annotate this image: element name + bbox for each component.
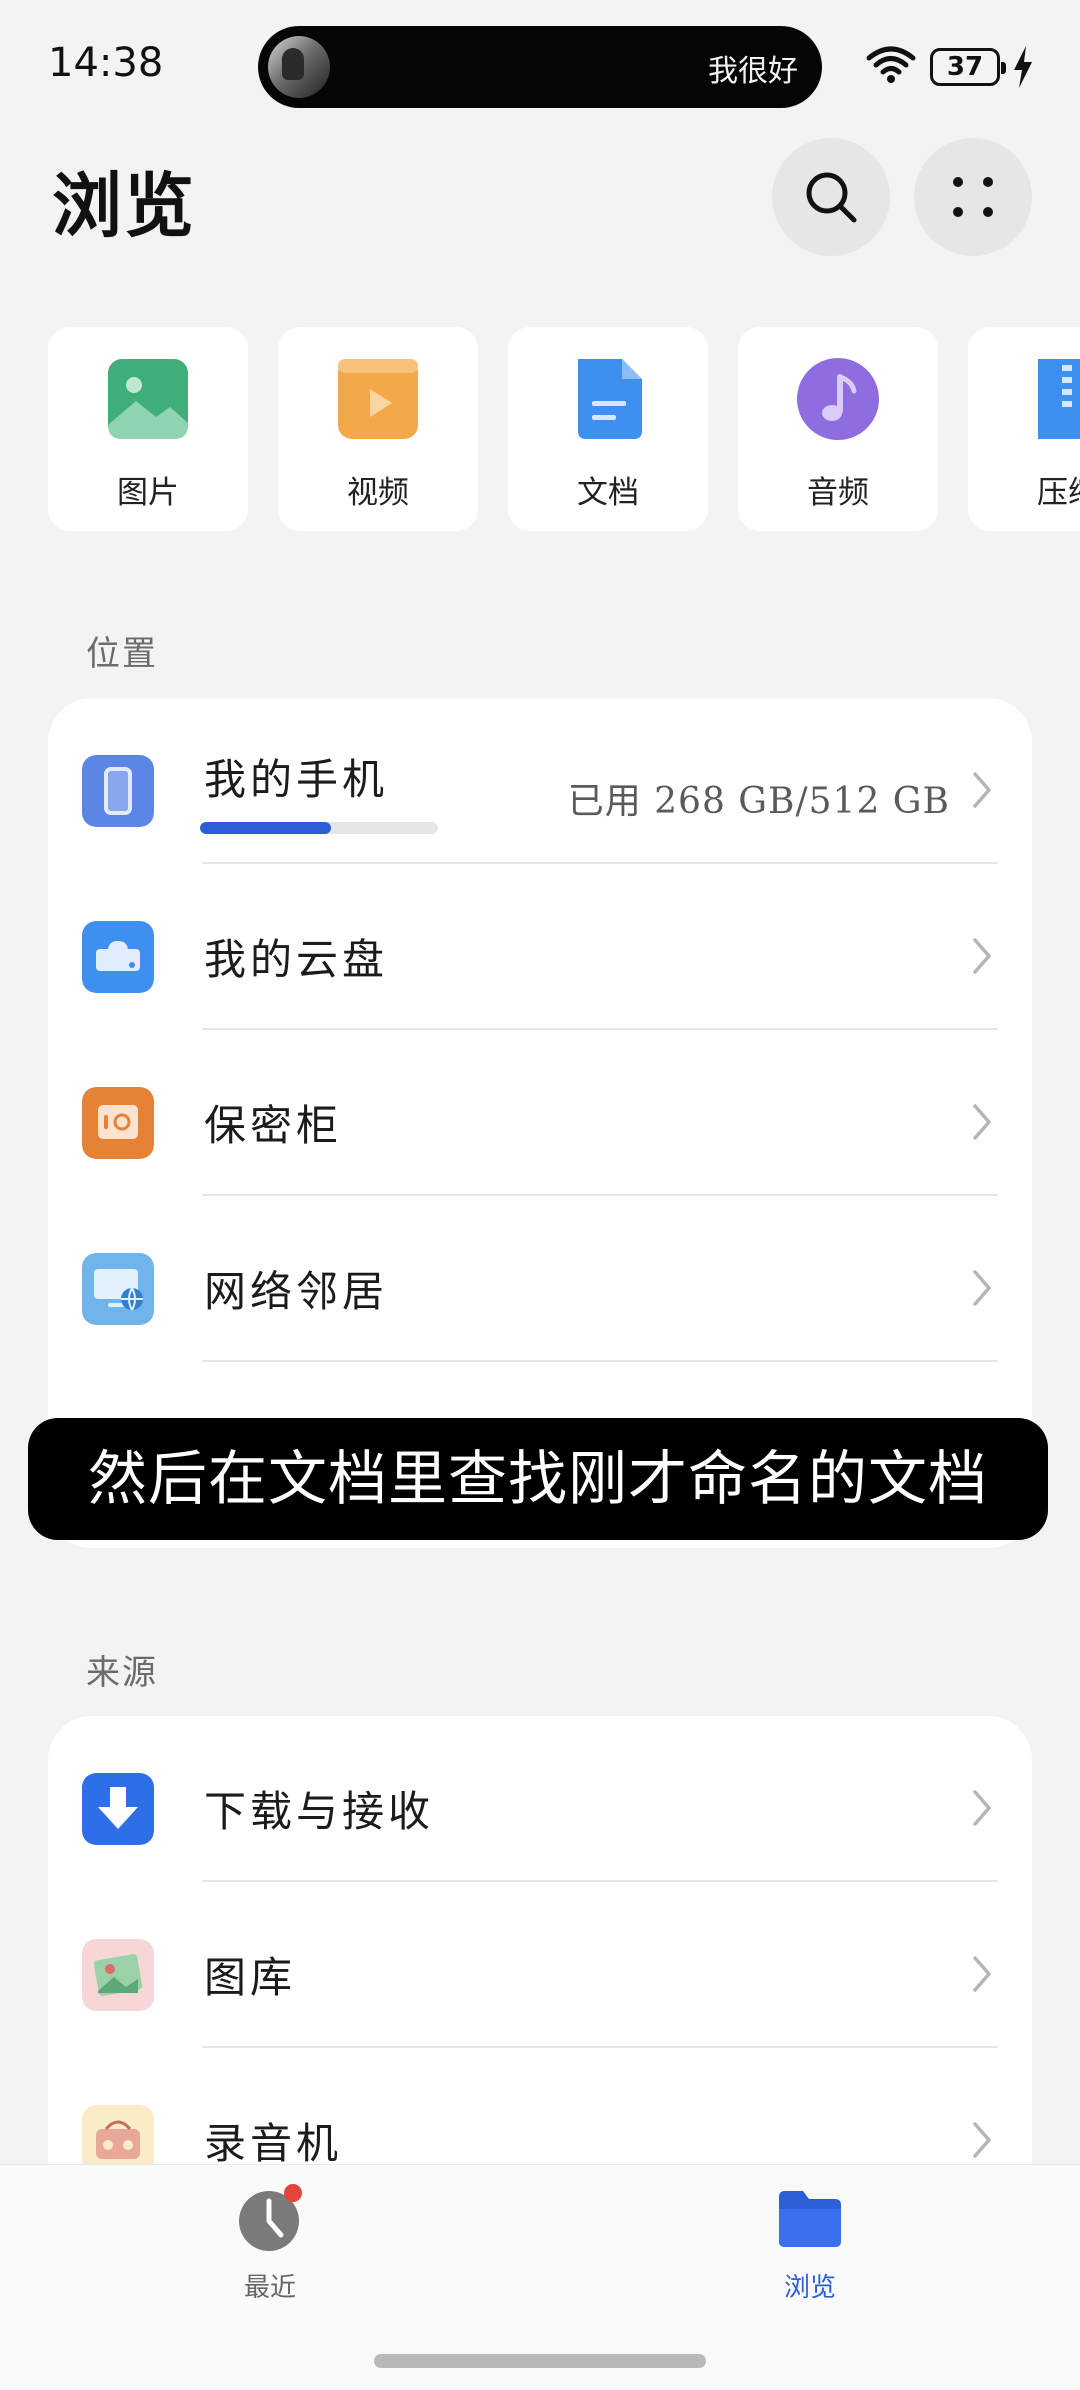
more-dots-icon <box>953 177 993 217</box>
location-label: 我的云盘 <box>204 935 389 984</box>
cloud-drive-icon <box>82 921 154 993</box>
phone-icon <box>82 755 154 827</box>
archive-icon <box>1038 359 1080 439</box>
chevron-right-icon <box>973 2122 991 2158</box>
safe-icon <box>82 1087 154 1159</box>
source-label: 下载与接收 <box>204 1787 435 1836</box>
album-art-thumbnail <box>268 36 330 98</box>
location-label: 保密柜 <box>204 1101 343 1150</box>
battery-indicator: 37 <box>930 48 1006 86</box>
tab-label: 浏览 <box>783 2273 836 2303</box>
status-bar: 14:38 我很好 37 <box>0 0 1080 130</box>
category-documents[interactable]: 文档 <box>508 327 708 531</box>
search-button[interactable] <box>772 138 890 256</box>
tab-browse[interactable]: 浏览 <box>710 2183 910 2304</box>
category-label: 文档 <box>577 475 639 511</box>
tab-label: 最近 <box>243 2273 296 2303</box>
category-label: 视频 <box>347 475 409 511</box>
divider <box>202 1360 998 1362</box>
chevron-right-icon <box>973 938 991 974</box>
category-images[interactable]: 图片 <box>48 327 248 531</box>
video-subtitle-caption: 然后在文档里查找刚才命名的文档 <box>28 1418 1048 1540</box>
chevron-right-icon <box>973 1104 991 1140</box>
image-icon <box>108 359 188 439</box>
more-options-button[interactable] <box>914 138 1032 256</box>
chevron-right-icon <box>973 772 991 808</box>
chevron-right-icon <box>973 1956 991 1992</box>
category-row: 图片 视频 文档 音频 压 <box>48 327 1080 533</box>
storage-progress-fill <box>200 822 331 834</box>
storage-progress-bar <box>200 822 438 834</box>
chevron-right-icon <box>973 1790 991 1826</box>
location-item-my-cloud[interactable]: 我的云盘 <box>48 864 1032 1030</box>
location-label: 我的手机 <box>204 755 389 804</box>
dynamic-island[interactable]: 我很好 <box>258 26 822 108</box>
charging-bolt-icon <box>1014 46 1032 88</box>
section-label-sources: 来源 <box>86 1653 158 1693</box>
section-label-locations: 位置 <box>86 634 158 674</box>
folder-icon <box>779 2191 841 2247</box>
category-archives[interactable]: 压缩 <box>968 327 1080 531</box>
location-item-network-neighbor[interactable]: 网络邻居 <box>48 1196 1032 1362</box>
status-time: 14:38 <box>48 40 164 86</box>
source-item-gallery[interactable]: 图库 <box>48 1882 1032 2048</box>
tab-recent[interactable]: 最近 <box>170 2183 370 2304</box>
network-neighbor-icon <box>82 1253 154 1325</box>
download-icon <box>82 1773 154 1845</box>
category-label: 音频 <box>807 475 869 511</box>
category-audio[interactable]: 音频 <box>738 327 938 531</box>
gallery-icon <box>82 1939 154 2011</box>
document-icon <box>578 359 642 439</box>
category-label: 图片 <box>117 475 179 511</box>
page-title: 浏览 <box>52 164 196 247</box>
chevron-right-icon <box>973 1270 991 1306</box>
audio-icon <box>797 358 879 440</box>
sources-card: 下载与接收 图库 录音机 <box>48 1716 1032 2236</box>
location-item-safe[interactable]: 保密柜 <box>48 1030 1032 1196</box>
location-label: 网络邻居 <box>204 1267 389 1316</box>
clock-icon <box>239 2184 302 2251</box>
source-label: 图库 <box>204 1953 297 2002</box>
now-playing-text: 我很好 <box>708 54 798 89</box>
search-icon <box>806 172 857 223</box>
location-item-my-phone[interactable]: 我的手机 已用 268 GB/512 GB <box>48 698 1032 864</box>
category-label: 压缩 <box>1037 475 1080 511</box>
source-item-downloads[interactable]: 下载与接收 <box>48 1716 1032 1882</box>
source-label: 录音机 <box>204 2119 343 2168</box>
wifi-icon <box>866 46 916 83</box>
storage-usage-text: 已用 268 GB/512 GB <box>567 781 950 822</box>
home-indicator[interactable] <box>374 2354 706 2368</box>
video-icon <box>338 359 418 439</box>
category-videos[interactable]: 视频 <box>278 327 478 531</box>
